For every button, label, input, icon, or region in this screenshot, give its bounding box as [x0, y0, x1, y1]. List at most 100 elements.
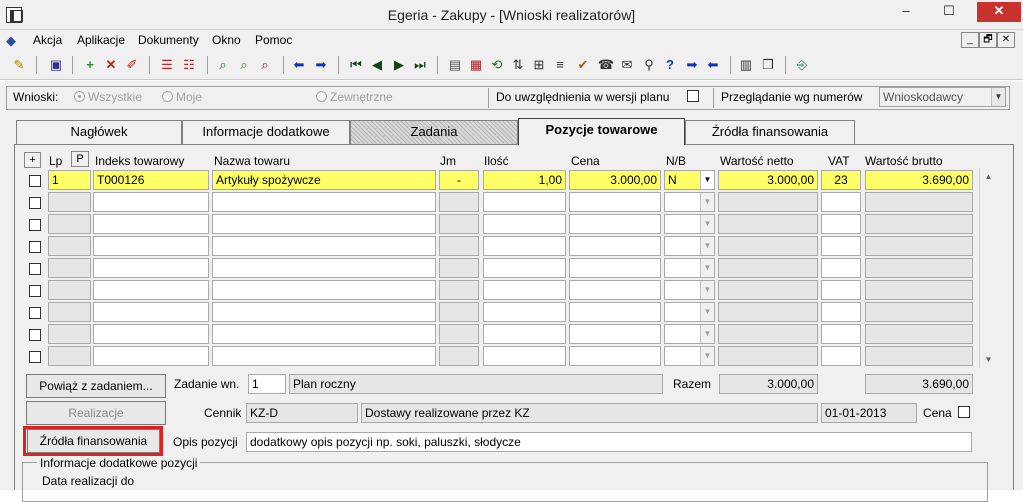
cell-index[interactable] — [93, 236, 209, 256]
attach-icon[interactable]: ⚲ — [640, 56, 658, 74]
row-select-checkbox[interactable] — [29, 241, 41, 253]
help-icon[interactable]: ? — [661, 56, 679, 74]
cell-price[interactable] — [569, 302, 661, 322]
cell-price[interactable]: 3.000,00 — [569, 170, 661, 190]
refresh-icon[interactable]: ⟲ — [488, 56, 506, 74]
row-select-checkbox[interactable] — [29, 307, 41, 319]
radio-mine-circle[interactable] — [162, 91, 173, 102]
row-select-checkbox[interactable] — [29, 219, 41, 231]
search-icon[interactable]: ⌕ — [214, 56, 232, 74]
menu-list-icon[interactable]: ≡ — [551, 56, 569, 74]
cell-qty[interactable]: 1,00 — [483, 170, 566, 190]
scroll-up-icon[interactable]: ▲ — [980, 168, 997, 185]
print-icon[interactable]: ▥ — [737, 56, 755, 74]
cell-name[interactable] — [212, 302, 436, 322]
phone-icon[interactable]: ☎ — [597, 56, 615, 74]
add-icon[interactable]: + — [81, 56, 99, 74]
cell-index[interactable] — [93, 280, 209, 300]
chevron-down-icon[interactable]: ▼ — [700, 215, 714, 233]
cell-name[interactable] — [212, 214, 436, 234]
cell-jm[interactable] — [439, 192, 479, 212]
chevron-down-icon[interactable]: ▼ — [700, 171, 714, 189]
include-in-plan-checkbox[interactable] — [687, 90, 699, 102]
menu-akcja[interactable]: Akcja — [33, 33, 62, 47]
cell-vat[interactable] — [821, 280, 861, 300]
cell-name[interactable]: Artykuły spożywcze — [212, 170, 436, 190]
cell-vat[interactable]: 23 — [821, 170, 861, 190]
chevron-down-icon[interactable]: ▼ — [700, 281, 714, 299]
prev-record-icon[interactable]: ◀ — [368, 56, 386, 74]
next-record-icon[interactable]: ▶ — [390, 56, 408, 74]
description-field[interactable]: dodatkowy opis pozycji np. soki, paluszk… — [246, 432, 972, 452]
cell-qty[interactable] — [483, 280, 566, 300]
cell-vat[interactable] — [821, 324, 861, 344]
delete-icon[interactable]: ✕ — [102, 56, 120, 74]
cell-name[interactable] — [212, 280, 436, 300]
menu-pomoc[interactable]: Pomoc — [255, 33, 292, 47]
cell-index[interactable] — [93, 258, 209, 278]
split-icon[interactable]: ☰ — [158, 56, 176, 74]
cell-price[interactable] — [569, 324, 661, 344]
cell-jm[interactable] — [439, 236, 479, 256]
cell-qty[interactable] — [483, 302, 566, 322]
cell-index[interactable] — [93, 324, 209, 344]
cell-vat[interactable] — [821, 214, 861, 234]
cell-index[interactable]: T000126 — [93, 170, 209, 190]
close-button[interactable]: ✕ — [977, 2, 1021, 22]
chevron-down-icon[interactable]: ▼ — [700, 259, 714, 277]
cell-vat[interactable] — [821, 346, 861, 366]
tree-icon[interactable]: ⊞ — [530, 56, 548, 74]
edit-icon[interactable]: ✐ — [123, 56, 141, 74]
cell-qty[interactable] — [483, 236, 566, 256]
pin-icon[interactable]: ✎ — [10, 56, 28, 74]
search-next-icon[interactable]: ⌕ — [235, 56, 253, 74]
menu-okno[interactable]: Okno — [212, 33, 241, 47]
cell-price[interactable] — [569, 346, 661, 366]
cell-qty[interactable] — [483, 214, 566, 234]
realization-button[interactable]: Realizacje — [26, 401, 166, 425]
browse-by-select[interactable]: Wnioskodawcy ▼ — [879, 87, 1006, 107]
chevron-down-icon[interactable]: ▼ — [991, 88, 1005, 106]
mail-icon[interactable]: ✉ — [618, 56, 636, 74]
first-record-icon[interactable]: ⏮ — [347, 56, 365, 74]
tools-icon[interactable]: ✔ — [574, 56, 592, 74]
menu-aplikacje[interactable]: Aplikacje — [77, 33, 125, 47]
cell-vat[interactable] — [821, 192, 861, 212]
cell-name[interactable] — [212, 192, 436, 212]
scroll-down-icon[interactable]: ▼ — [980, 351, 997, 368]
cell-jm[interactable] — [439, 214, 479, 234]
mdi-restore-button[interactable]: 🗗 — [979, 32, 997, 48]
radio-mine[interactable]: Moje — [162, 90, 202, 104]
maximize-button[interactable]: ☐ — [935, 2, 963, 22]
cell-qty[interactable] — [483, 192, 566, 212]
col-header-p[interactable]: P — [71, 151, 89, 167]
row-select-checkbox[interactable] — [29, 351, 41, 363]
radio-external-circle[interactable] — [316, 91, 327, 102]
task-number-field[interactable]: 1 — [248, 374, 286, 394]
tab-pozycje-towarowe[interactable]: Pozycje towarowe — [518, 118, 685, 145]
row-select-checkbox[interactable] — [29, 175, 41, 187]
arrow-left-icon[interactable]: ⬅ — [290, 56, 308, 74]
row-select-checkbox[interactable] — [29, 197, 41, 209]
cell-qty[interactable] — [483, 346, 566, 366]
tab-naglowek[interactable]: Nagłówek — [16, 120, 182, 144]
merge-icon[interactable]: ☷ — [180, 56, 198, 74]
cell-price[interactable] — [569, 258, 661, 278]
document-icon[interactable]: ▦ — [467, 56, 485, 74]
cell-price[interactable] — [569, 192, 661, 212]
cell-name[interactable] — [212, 324, 436, 344]
last-record-icon[interactable]: ⏭ — [411, 56, 429, 74]
search-clear-icon[interactable]: ⌕ — [256, 56, 274, 74]
table-scrollbar[interactable]: ▲ ▼ — [979, 168, 996, 368]
cell-index[interactable] — [93, 192, 209, 212]
sort-icon[interactable]: ⇅ — [509, 56, 527, 74]
mdi-minimize-button[interactable]: _ — [961, 32, 979, 48]
cell-index[interactable] — [93, 346, 209, 366]
report-icon[interactable]: ▤ — [446, 56, 464, 74]
chevron-down-icon[interactable]: ▼ — [700, 325, 714, 343]
row-select-checkbox[interactable] — [29, 329, 41, 341]
arrow-right-icon[interactable]: ➡ — [312, 56, 330, 74]
cell-qty[interactable] — [483, 258, 566, 278]
chevron-down-icon[interactable]: ▼ — [700, 347, 714, 365]
cell-jm[interactable] — [439, 258, 479, 278]
